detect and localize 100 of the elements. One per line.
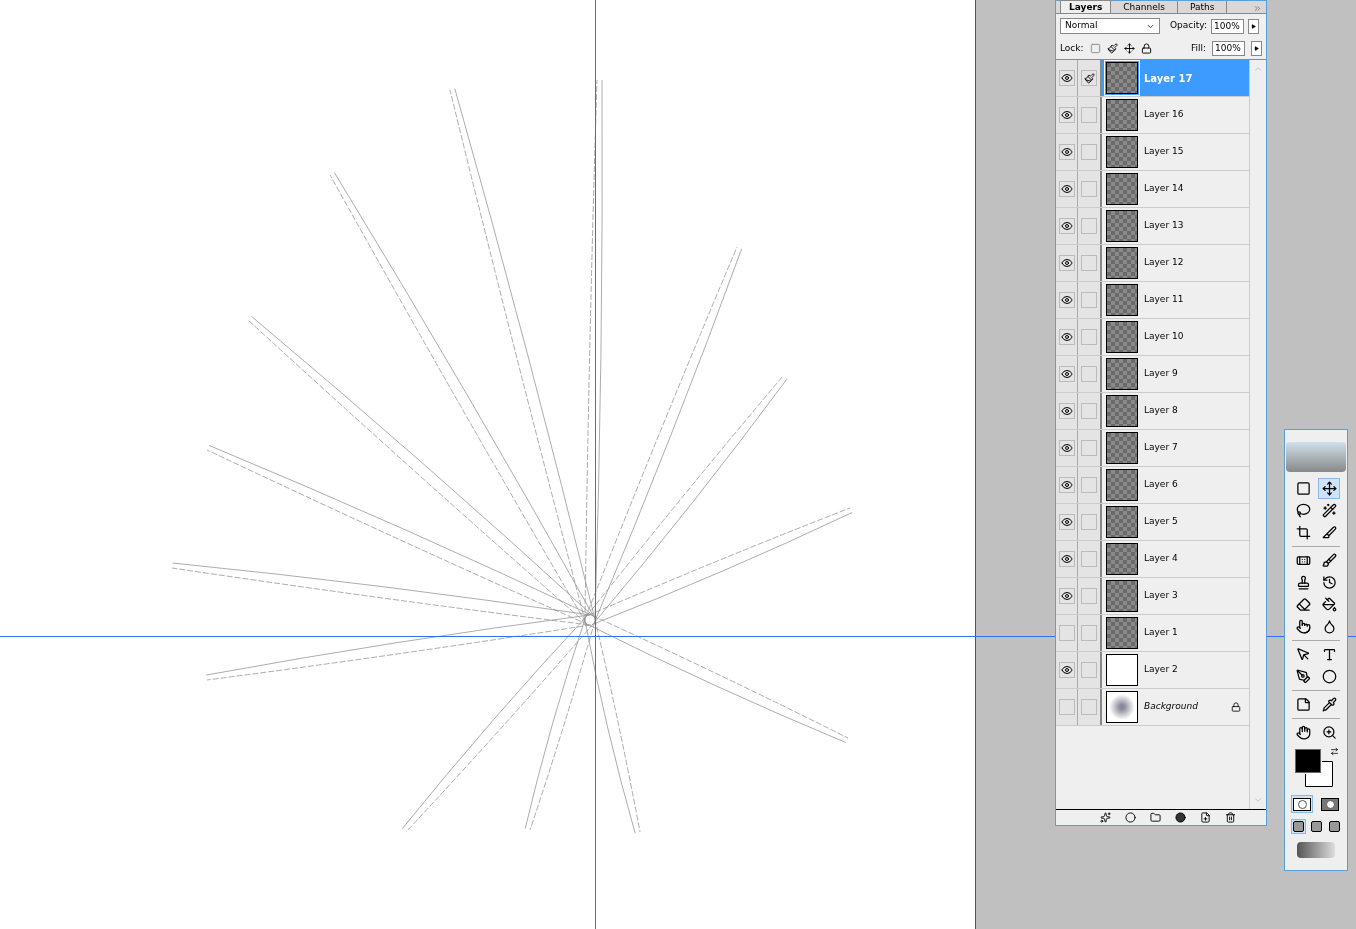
layer-row[interactable]: Layer 7 — [1056, 430, 1249, 467]
link-box[interactable] — [1081, 70, 1097, 86]
layer-name: Layer 12 — [1144, 256, 1184, 270]
eye-icon — [1060, 331, 1073, 343]
layer-name: Layer 1 — [1144, 626, 1178, 640]
screen-mode-button[interactable] — [1308, 819, 1324, 834]
visibility-toggle[interactable] — [1056, 578, 1078, 614]
layer-row[interactable]: Layer 14 — [1056, 171, 1249, 208]
eye-icon — [1060, 516, 1073, 528]
mask-mode-button[interactable] — [1291, 795, 1313, 813]
swap-colors-icon[interactable] — [1330, 747, 1339, 756]
visibility-toggle[interactable] — [1056, 97, 1078, 133]
layer-row[interactable]: Layer 5 — [1056, 504, 1249, 541]
jump-to-imageready-icon[interactable] — [1297, 842, 1335, 858]
fill-arrow-button[interactable] — [1251, 41, 1262, 56]
visibility-toggle[interactable] — [1056, 134, 1078, 170]
eye-icon — [1060, 257, 1073, 269]
layer-row[interactable]: Layer 15 — [1056, 134, 1249, 171]
opacity-label: Opacity: — [1170, 19, 1207, 33]
visibility-toggle[interactable] — [1056, 60, 1078, 96]
triangle-icon — [1251, 23, 1256, 29]
layer-name: Layer 14 — [1144, 182, 1184, 196]
layer-row[interactable]: Layer 1 — [1056, 615, 1249, 652]
layer-row[interactable]: Layer 8 — [1056, 393, 1249, 430]
visibility-toggle[interactable] — [1056, 282, 1078, 318]
layer-row[interactable]: Layer 11 — [1056, 282, 1249, 319]
layer-name: Layer 10 — [1144, 330, 1184, 344]
layer-name: Layer 4 — [1144, 552, 1178, 566]
toolbox-logo[interactable] — [1286, 442, 1346, 472]
trash-icon[interactable] — [1225, 812, 1236, 823]
layer-name: Layer 8 — [1144, 404, 1178, 418]
visibility-toggle[interactable] — [1056, 319, 1078, 355]
eye-icon — [1060, 405, 1073, 417]
mask-icon[interactable] — [1125, 812, 1136, 823]
visibility-toggle[interactable] — [1056, 652, 1078, 688]
screen-mode-button[interactable] — [1326, 819, 1342, 834]
blend-mode-dropdown[interactable]: Normal — [1060, 18, 1160, 34]
eye-icon — [1060, 220, 1073, 232]
visibility-toggle[interactable] — [1056, 171, 1078, 207]
layer-name: Layer 6 — [1144, 478, 1178, 492]
lock-move-icon[interactable] — [1123, 43, 1135, 54]
layer-row[interactable]: Layer 12 — [1056, 245, 1249, 282]
layer-name: Layer 5 — [1144, 515, 1178, 529]
eye-icon — [1060, 146, 1073, 158]
layer-row[interactable]: Layer 3 — [1056, 578, 1249, 615]
triangle-icon — [1254, 46, 1259, 51]
visibility-toggle[interactable] — [1056, 430, 1078, 466]
lock-label: Lock: — [1060, 41, 1084, 55]
opacity-field[interactable]: 100% — [1211, 18, 1244, 34]
layer-row[interactable]: Layer 9 — [1056, 356, 1249, 393]
mask-mode-button[interactable] — [1319, 795, 1341, 813]
eye-icon — [1060, 109, 1073, 121]
fill-field[interactable]: 100% — [1212, 41, 1245, 56]
layer-row[interactable]: Layer 10 — [1056, 319, 1249, 356]
layer-row[interactable]: Layer 6 — [1056, 467, 1249, 504]
layer-name: Background — [1144, 700, 1198, 714]
visibility-toggle[interactable] — [1056, 356, 1078, 392]
layer-name: Layer 15 — [1144, 145, 1184, 159]
visibility-toggle[interactable] — [1056, 245, 1078, 281]
layer-row[interactable]: Layer 16 — [1056, 97, 1249, 134]
eye-icon — [1060, 72, 1073, 84]
layer-name: Layer 7 — [1144, 441, 1178, 455]
new-layer-icon[interactable] — [1200, 812, 1211, 823]
visibility-toggle[interactable] — [1056, 541, 1078, 577]
layer-row[interactable]: Background — [1056, 689, 1249, 726]
visibility-toggle[interactable] — [1056, 393, 1078, 429]
lock-icon[interactable] — [1140, 43, 1152, 54]
adjustment-icon[interactable] — [1175, 812, 1186, 823]
visibility-toggle[interactable] — [1056, 208, 1078, 244]
visibility-toggle[interactable] — [1056, 504, 1078, 540]
layer-style-icon[interactable] — [1100, 812, 1111, 823]
layer-name: Layer 17 — [1144, 71, 1193, 86]
eye-icon — [1060, 553, 1073, 565]
visibility-toggle[interactable] — [1056, 615, 1078, 651]
panel-tab[interactable]: Layers — [1060, 0, 1112, 13]
screen-mode-button[interactable] — [1290, 819, 1306, 834]
move-tool-icon[interactable] — [1318, 478, 1340, 499]
lock-brush-icon[interactable] — [1106, 43, 1118, 54]
layer-name: Layer 16 — [1144, 108, 1184, 122]
visibility-toggle[interactable] — [1056, 689, 1078, 725]
folder-icon[interactable] — [1150, 812, 1161, 823]
foreground-color-swatch[interactable] — [1295, 749, 1321, 773]
layer-name: Layer 13 — [1144, 219, 1184, 233]
eye-icon — [1060, 294, 1073, 306]
layer-row[interactable]: Layer 2 — [1056, 652, 1249, 689]
opacity-arrow-button[interactable] — [1248, 18, 1259, 34]
visibility-toggle[interactable] — [1056, 467, 1078, 503]
eye-icon — [1060, 183, 1073, 195]
eye-icon — [1060, 664, 1073, 676]
layer-name: Layer 9 — [1144, 367, 1178, 381]
layer-row[interactable]: Layer 13 — [1056, 208, 1249, 245]
layer-name: Layer 11 — [1144, 293, 1184, 307]
layer-name: Layer 2 — [1144, 663, 1178, 677]
eye-icon — [1060, 590, 1073, 602]
layer-row[interactable]: Layer 4 — [1056, 541, 1249, 578]
eye-icon — [1060, 368, 1073, 380]
eye-icon — [1060, 442, 1073, 454]
fill-label: Fill: — [1190, 41, 1206, 55]
layer-name: Layer 3 — [1144, 589, 1178, 603]
eye-icon — [1060, 479, 1073, 491]
